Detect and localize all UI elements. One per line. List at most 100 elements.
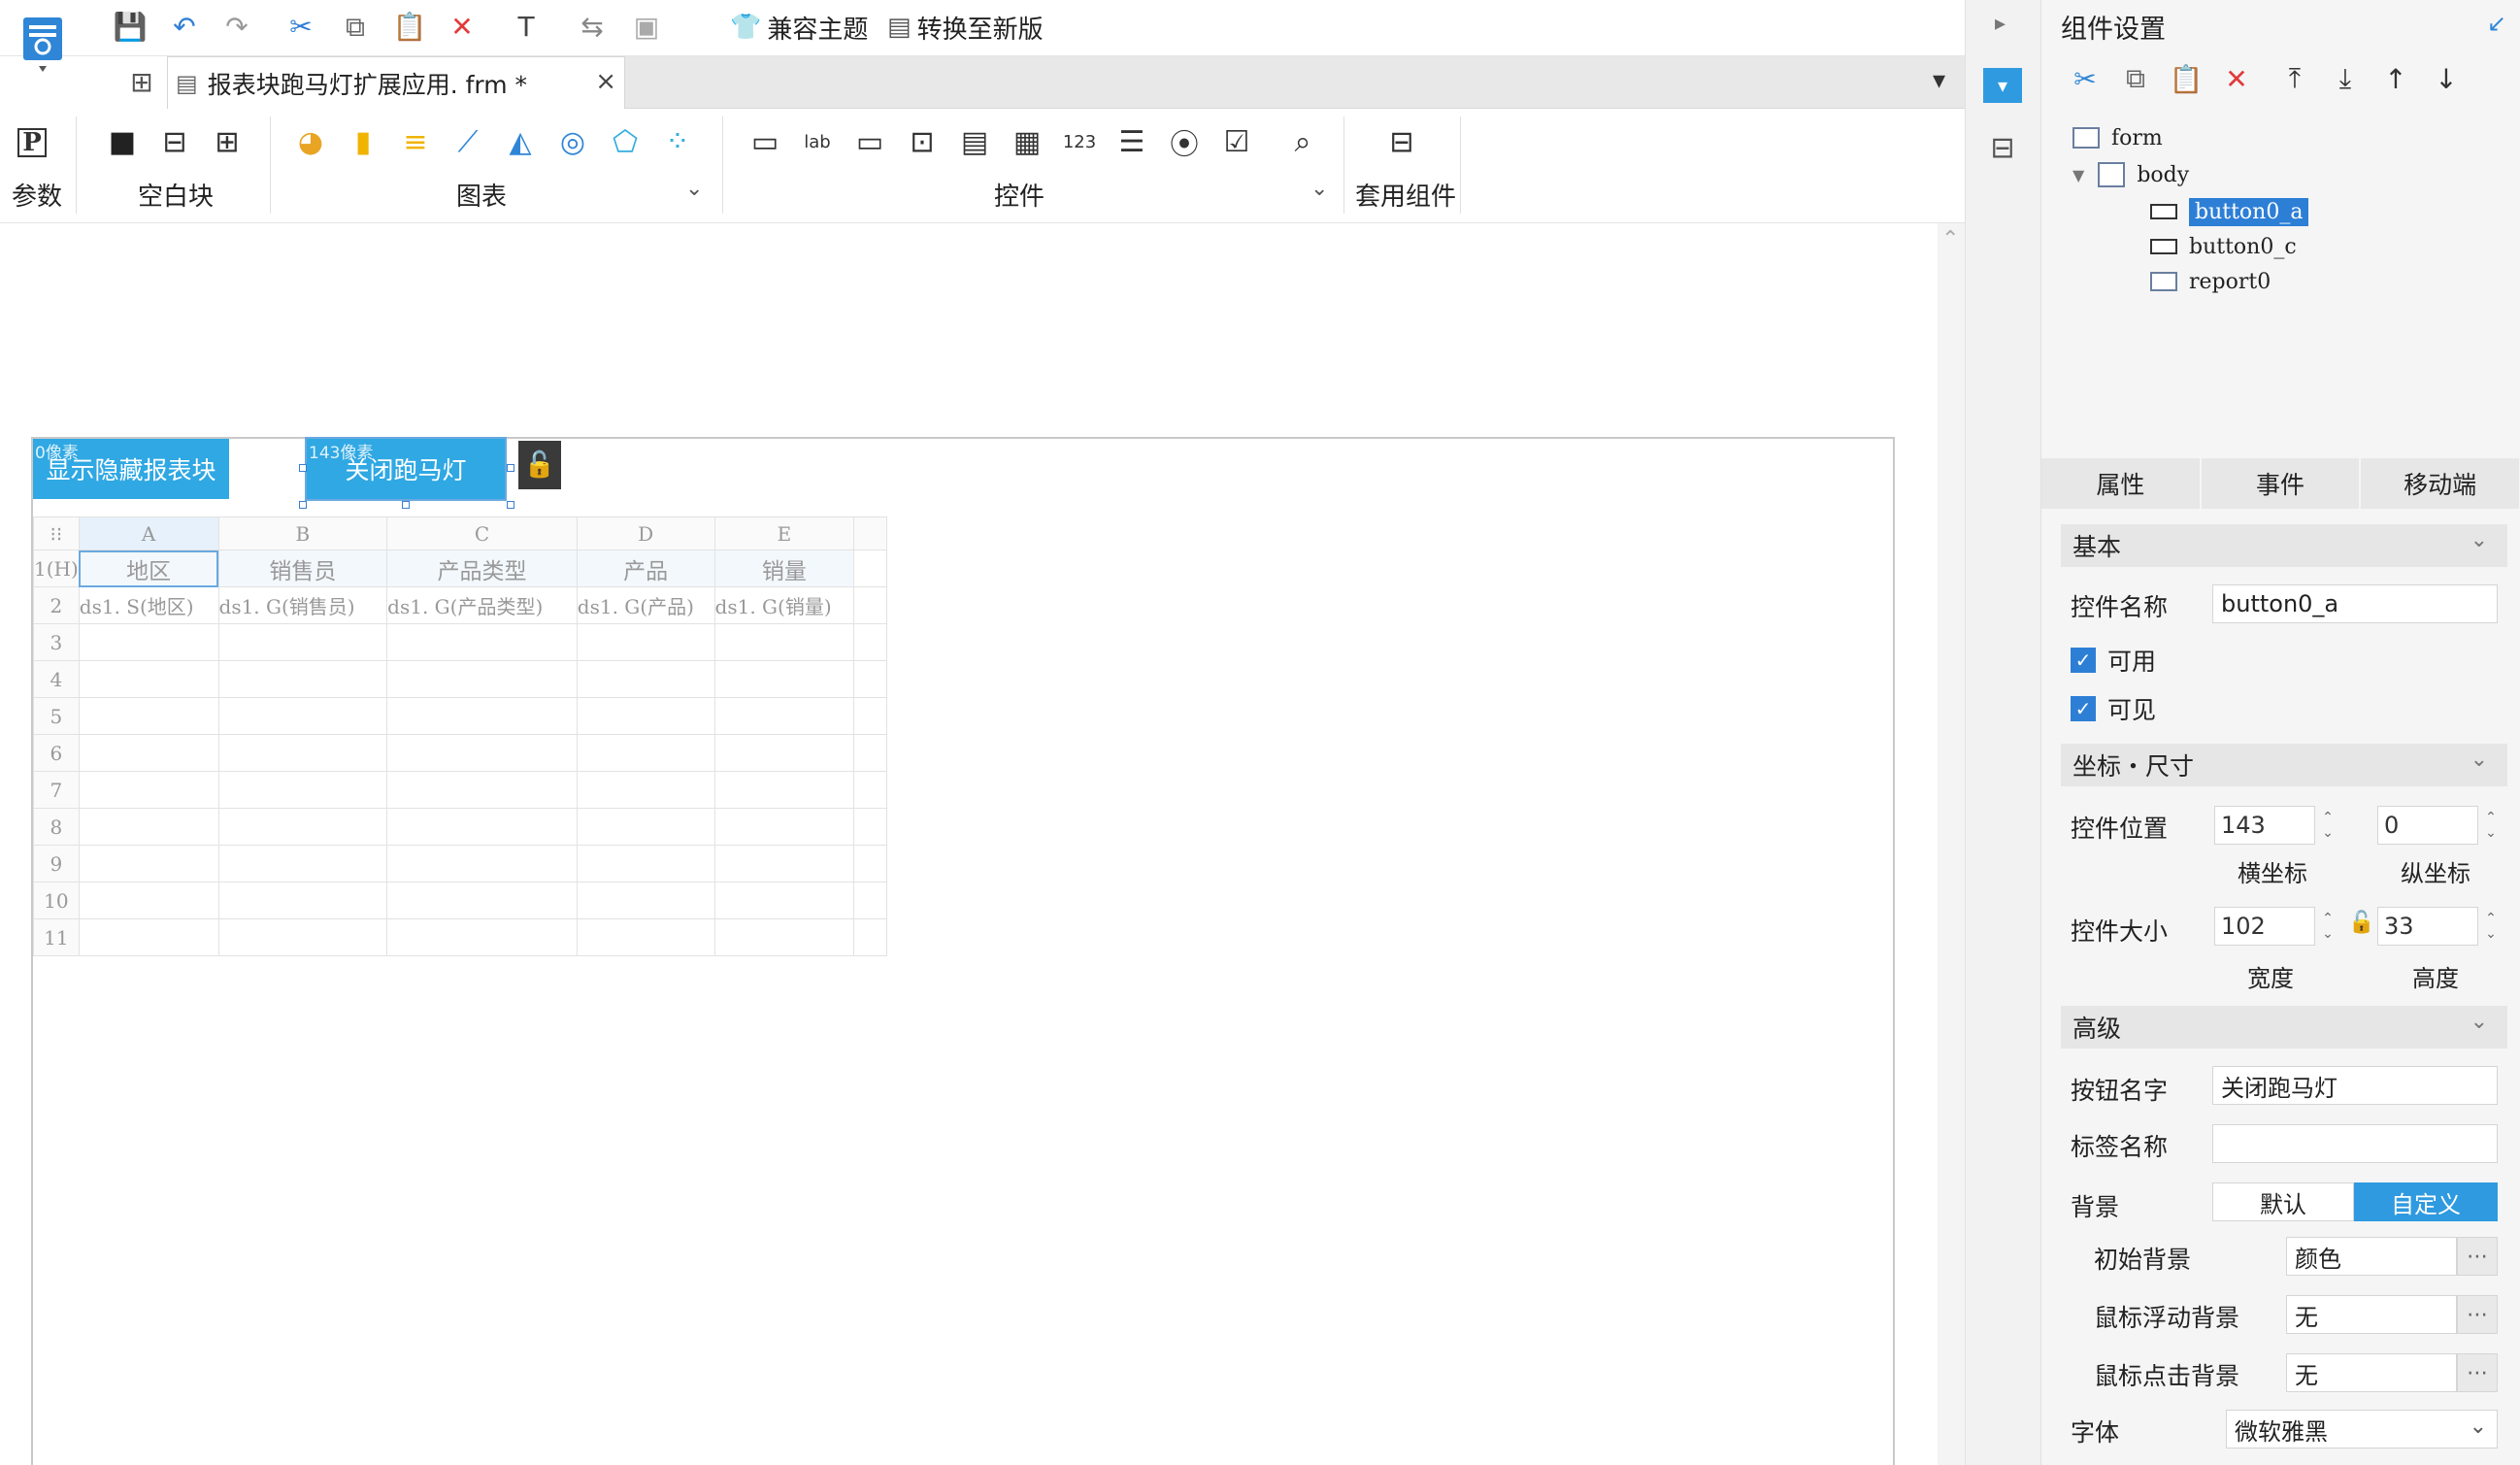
row-number[interactable]: 11 [33,918,80,956]
collapse-arrow-icon[interactable]: ▸ [1995,12,2006,36]
grid-cell[interactable]: ds1. G(销售员) [217,586,388,624]
grid-cell[interactable] [78,771,219,809]
grid-cell[interactable] [217,623,388,661]
column-header[interactable]: A [78,516,219,550]
tab-mobile[interactable]: 移动端 [2361,458,2520,509]
grid-cell[interactable] [853,586,887,624]
swap-icon[interactable]: ⇆ [575,10,610,45]
grid-cell[interactable] [217,734,388,772]
grid-cell[interactable] [853,623,887,661]
grid-cell[interactable]: ds1. G(产品类型) [386,586,578,624]
grid-cell[interactable] [78,845,219,882]
section-position-size[interactable]: 坐标・尺寸 ⌄ [2061,744,2507,786]
tree-node-body[interactable]: ▼ body [2072,159,2189,190]
x-input[interactable]: 143 [2214,806,2315,845]
textarea-control-icon[interactable]: ☰ [1112,124,1151,159]
grid-cell[interactable] [713,697,855,735]
grid-cell[interactable] [78,734,219,772]
scroll-up-icon[interactable]: ⌃ [1941,227,1959,251]
grid-cell[interactable] [853,660,887,698]
params-icon[interactable]: P [17,128,47,157]
gauge-chart-icon[interactable]: ◎ [553,124,592,159]
grid-cell[interactable] [853,549,887,587]
section-basic[interactable]: 基本 ⌄ [2061,524,2507,567]
grid-cell[interactable] [713,918,855,956]
search-control-icon[interactable]: ⌕ [1283,124,1322,159]
height-stepper[interactable]: ⌃ ⌄ [2478,907,2503,946]
grid-cell[interactable] [386,918,578,956]
grid-cell[interactable] [78,660,219,698]
pin-panel-icon[interactable]: ↙ [2487,10,2506,37]
chart-expand-icon[interactable]: ⌄ [685,177,703,201]
aspect-lock-icon[interactable]: 🔓 [2348,911,2374,935]
width-stepper[interactable]: ⌃ ⌄ [2315,907,2340,946]
grid-cell[interactable] [713,623,855,661]
y-input[interactable]: 0 [2377,806,2478,845]
grid-cell[interactable] [713,660,855,698]
tag-name-input[interactable] [2212,1124,2498,1163]
layout-panel-icon[interactable]: ⊟ [1985,130,2020,165]
radar-chart-icon[interactable]: ⬠ [606,124,645,159]
section-advanced[interactable]: 高级 ⌄ [2061,1006,2507,1049]
report-grid[interactable]: ⁝⁝ A B C D E 1(H) 地区 销售员 产品类型 产品 销量 2 ds1. S(地区) ds1. … [33,516,887,963]
grid-cell[interactable]: ds1. G(销量) [713,586,855,624]
grid-cell[interactable] [576,697,715,735]
paste-icon[interactable]: 📋 [392,10,427,45]
copy-icon[interactable]: ⧉ [2119,62,2152,95]
resize-handle[interactable] [507,464,514,472]
grid-cell[interactable] [576,845,715,882]
grid-corner[interactable]: ⁝⁝ [33,516,80,550]
grid-cell[interactable] [386,697,578,735]
date-control-icon[interactable]: ▦ [1008,124,1046,159]
grid-cell[interactable] [386,734,578,772]
width-input[interactable]: 102 [2214,907,2315,946]
tree-node-button0-a[interactable]: button0_a [2150,196,2309,227]
radio-group-icon[interactable]: ⦿ [1165,124,1204,162]
initial-bg-more-button[interactable]: ⋯ [2457,1237,2498,1276]
line-chart-icon[interactable]: ⟋ [448,124,487,159]
grid-cell[interactable] [853,845,887,882]
textbox-control-icon[interactable]: ▭ [850,124,889,159]
grid-cell[interactable] [78,918,219,956]
cut-icon[interactable]: ✂ [283,10,318,45]
x-stepper[interactable]: ⌃ ⌄ [2315,806,2340,845]
lock-icon[interactable]: 🔓 [518,441,561,489]
grid-cell[interactable] [713,808,855,846]
row-number[interactable]: 5 [33,697,80,735]
hover-bg-input[interactable]: 无 [2286,1295,2457,1334]
close-tab-icon[interactable]: × [595,67,616,96]
undo-icon[interactable]: ↶ [167,10,202,45]
row-number[interactable]: 8 [33,808,80,846]
column-header[interactable]: E [713,516,855,550]
grid-cell[interactable] [217,918,388,956]
row-number[interactable]: 9 [33,845,80,882]
grid-cell[interactable] [853,918,887,956]
grid-cell[interactable] [78,623,219,661]
grid-cell[interactable] [713,845,855,882]
grid-cell[interactable] [576,771,715,809]
grid-cell[interactable] [217,697,388,735]
convert-new-button[interactable]: ▤ 转换至新版 [887,8,1044,47]
enabled-checkbox[interactable]: ✓ 可用 [2071,643,2156,678]
checkbox-group-icon[interactable]: ☑ [1217,124,1256,159]
grid-cell[interactable] [853,882,887,919]
column-header[interactable]: D [576,516,715,550]
control-name-input[interactable]: button0_a [2212,584,2498,623]
row-number[interactable]: 2 [33,586,80,624]
column-header[interactable]: B [217,516,388,550]
grid-cell[interactable] [713,882,855,919]
tree-node-form[interactable]: form [2072,122,2163,153]
grid-cell[interactable] [386,808,578,846]
block-split-icon[interactable]: ⊟ [155,124,194,159]
grid-cell[interactable] [386,771,578,809]
grid-cell[interactable] [853,697,887,735]
delete-icon[interactable]: ✕ [445,10,480,45]
grid-cell[interactable]: ds1. S(地区) [78,586,219,624]
grid-cell[interactable]: 产品类型 [386,549,578,587]
tab-menu-icon[interactable]: ▾ [1933,66,1945,95]
tree-expand-icon[interactable]: ▼ [2072,166,2084,184]
grid-cell[interactable] [217,771,388,809]
app-logo-icon[interactable] [21,14,66,74]
grid-cell[interactable] [386,660,578,698]
click-bg-more-button[interactable]: ⋯ [2457,1353,2498,1392]
